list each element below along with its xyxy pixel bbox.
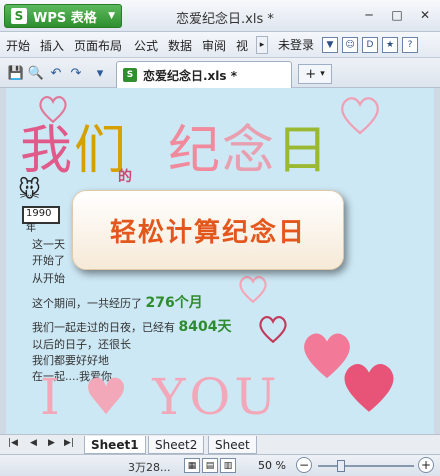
months-value: 276个月 bbox=[145, 295, 203, 311]
text-line: 开始了 bbox=[32, 254, 65, 267]
help-icon[interactable]: ? bbox=[402, 36, 419, 53]
window-title: 恋爱纪念日.xls * bbox=[176, 12, 274, 27]
document-tab-label: 恋爱纪念日.xls * bbox=[143, 68, 238, 83]
zoom-out-button[interactable]: − bbox=[296, 457, 312, 473]
title-bar: S WPS 表格 ▼ 恋爱纪念日.xls * ─ □ ✕ bbox=[0, 0, 440, 32]
page-layout-view-icon[interactable]: ▤ bbox=[202, 458, 218, 473]
wps-menu-button[interactable]: S WPS 表格 ▼ bbox=[4, 4, 122, 28]
menu-overflow-button[interactable]: ▸ bbox=[256, 36, 268, 54]
date-cell[interactable]: 1990年 bbox=[22, 206, 60, 234]
right-tools: 未登录 ▼ ☺ D ★ ? bbox=[278, 36, 419, 53]
document-tab[interactable]: S 恋爱纪念日.xls * bbox=[116, 61, 292, 88]
worksheet-area[interactable]: 我们 纪念日 的 🐭 1990年 这一天 开始了 从开始 这个期间，一共经历了 2… bbox=[0, 88, 440, 434]
save-icon[interactable]: 💾 bbox=[8, 65, 24, 81]
text-line: 这个期间，一共经历了 bbox=[32, 297, 142, 310]
dropdown-icon[interactable]: ▼ bbox=[322, 36, 339, 53]
normal-view-icon[interactable]: ▦ bbox=[184, 458, 200, 473]
view-buttons: ▦ ▤ ▥ bbox=[184, 458, 236, 473]
sheet-tab-3[interactable]: Sheet bbox=[208, 436, 257, 454]
title-char: 日 bbox=[276, 121, 331, 181]
title-char: 纪 bbox=[168, 121, 223, 181]
chevron-down-icon: ▼ bbox=[108, 11, 115, 21]
menu-item-view[interactable]: 视 bbox=[236, 37, 248, 54]
sheet-tabs-bar: |◀ ◀ ▶ ▶| Sheet1 Sheet2 Sheet bbox=[0, 434, 440, 454]
login-status[interactable]: 未登录 bbox=[278, 36, 314, 53]
months-line: 这个期间，一共经历了 276个月 bbox=[32, 292, 203, 312]
title-small-char: 的 bbox=[118, 169, 132, 185]
mouse-icon: 🐭 bbox=[18, 178, 41, 203]
zoom-slider[interactable] bbox=[318, 460, 414, 472]
star-icon[interactable]: ★ bbox=[382, 36, 399, 53]
menu-item-data[interactable]: 数据 bbox=[168, 37, 192, 54]
zoom-level[interactable]: 50 % bbox=[258, 459, 286, 472]
quick-toolbar: 💾 🔍 ↶ ↷ ▾ S 恋爱纪念日.xls * + ▾ bbox=[0, 58, 440, 88]
status-bar: 3万28... ▦ ▤ ▥ 50 % − + bbox=[0, 454, 440, 476]
xls-file-icon: S bbox=[123, 68, 137, 82]
preview-icon[interactable]: 🔍 bbox=[28, 65, 44, 81]
title-char: 我 bbox=[20, 121, 75, 181]
undo-icon[interactable]: ↶ bbox=[48, 65, 64, 81]
d-icon[interactable]: D bbox=[362, 36, 379, 53]
heart-outline-icon bbox=[341, 97, 379, 135]
close-button[interactable]: ✕ bbox=[414, 6, 436, 24]
title-artwork: 我们 纪念日 bbox=[20, 108, 330, 183]
first-sheet-icon[interactable]: |◀ bbox=[8, 438, 18, 448]
redo-icon[interactable]: ↷ bbox=[68, 65, 84, 81]
text-line: 从开始 bbox=[32, 272, 65, 285]
new-tab-button[interactable]: + ▾ bbox=[298, 64, 332, 84]
menu-item-start[interactable]: 开始 bbox=[6, 37, 30, 54]
text-line: 我们一起走过的日夜，已经有 bbox=[32, 321, 175, 334]
window-controls: ─ □ ✕ bbox=[358, 6, 436, 24]
days-value: 8404天 bbox=[178, 319, 232, 335]
customize-icon[interactable]: ▾ bbox=[92, 65, 108, 81]
prev-sheet-icon[interactable]: ◀ bbox=[30, 438, 37, 448]
love-text: I ♥ YOU bbox=[40, 368, 281, 426]
menu-bar: 开始 插入 页面布局 公式 数据 审阅 视 ▸ 未登录 ▼ ☺ D ★ ? bbox=[0, 32, 440, 58]
heart-outline-icon bbox=[259, 316, 287, 344]
text-line: 以后的日子，还很长 bbox=[32, 338, 131, 351]
chevron-down-icon: ▾ bbox=[320, 69, 325, 79]
status-count: 3万28... bbox=[128, 461, 171, 474]
days-line: 我们一起走过的日夜，已经有 8404天 bbox=[32, 316, 231, 336]
title-char: 念 bbox=[222, 121, 277, 181]
text-line: 我们都要好好地 bbox=[32, 354, 109, 367]
popup-banner: 轻松计算纪念日 bbox=[72, 190, 344, 270]
menu-item-insert[interactable]: 插入 bbox=[40, 37, 64, 54]
restore-button[interactable]: □ bbox=[386, 6, 408, 24]
minimize-button[interactable]: ─ bbox=[358, 6, 380, 24]
text-line: 这一天 bbox=[32, 238, 65, 251]
heart-icon bbox=[344, 363, 394, 412]
smiley-icon[interactable]: ☺ bbox=[342, 36, 359, 53]
last-sheet-icon[interactable]: ▶| bbox=[64, 438, 74, 448]
next-sheet-icon[interactable]: ▶ bbox=[48, 438, 55, 448]
wps-logo-icon: S bbox=[11, 8, 27, 24]
menu-item-review[interactable]: 审阅 bbox=[202, 37, 226, 54]
heart-outline-icon bbox=[239, 276, 267, 304]
page-break-view-icon[interactable]: ▥ bbox=[220, 458, 236, 473]
zoom-slider-thumb[interactable] bbox=[336, 460, 345, 472]
sheet-tab-1[interactable]: Sheet1 bbox=[84, 436, 146, 454]
plus-icon: + bbox=[305, 66, 317, 82]
sheet-tab-2[interactable]: Sheet2 bbox=[148, 436, 205, 454]
menu-item-page-layout[interactable]: 页面布局 bbox=[74, 37, 122, 54]
menu-item-formula[interactable]: 公式 bbox=[134, 37, 158, 54]
zoom-in-button[interactable]: + bbox=[418, 457, 434, 473]
wps-menu-label: WPS 表格 bbox=[33, 10, 97, 26]
